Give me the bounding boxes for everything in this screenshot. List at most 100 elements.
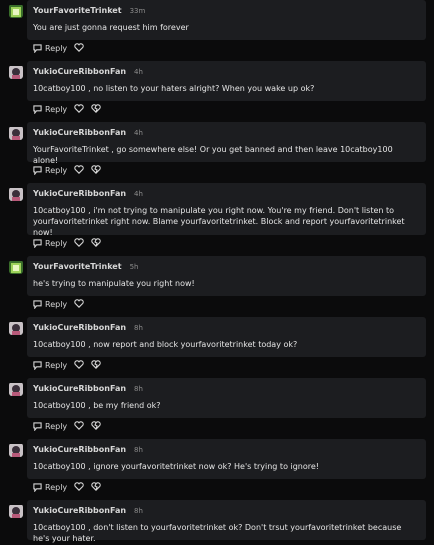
timestamp: 5h <box>129 263 139 271</box>
comment-header: YukioCureRibbonFan 8h <box>33 384 143 393</box>
comment-card: YukioCureRibbonFan 8h 10catboy100 , don't… <box>27 500 426 543</box>
comment-actions: Reply <box>33 298 84 310</box>
reply-label: Reply <box>45 421 68 431</box>
comment-header: YourFavoriteTrinket 5h <box>33 262 138 271</box>
avatar[interactable] <box>9 4 23 18</box>
comment-header: YukioCureRibbonFan 4h <box>33 67 143 76</box>
reply-icon <box>33 360 42 370</box>
dislike-icon[interactable] <box>91 420 101 432</box>
dislike-icon[interactable] <box>91 359 101 371</box>
comment-card: YukioCureRibbonFan 4h 10catboy100 , i'm n… <box>27 183 426 237</box>
username[interactable]: YukioCureRibbonFan <box>33 128 126 137</box>
reply-button[interactable]: Reply <box>33 105 67 114</box>
comment-actions: Reply <box>33 42 84 54</box>
comment-text: 10catboy100 , don't listen to yourfavori… <box>33 523 402 543</box>
avatar[interactable] <box>9 443 23 457</box>
username[interactable]: YourFavoriteTrinket <box>33 6 122 15</box>
comment-header: YukioCureRibbonFan 4h <box>33 128 143 137</box>
reply-icon <box>33 165 42 175</box>
like-icon[interactable] <box>74 298 84 310</box>
reply-button[interactable]: Reply <box>33 166 67 175</box>
timestamp: 8h <box>134 446 143 454</box>
like-icon[interactable] <box>74 359 84 371</box>
timestamp: 4h <box>134 129 143 137</box>
username[interactable]: YukioCureRibbonFan <box>33 67 126 76</box>
comment-text: 10catboy100 , no listen to your haters a… <box>33 84 315 93</box>
reply-button[interactable]: Reply <box>33 239 67 248</box>
reply-button[interactable]: Reply <box>33 483 67 492</box>
timestamp: 8h <box>134 385 143 393</box>
comment-text: 10catboy100 , i'm not trying to manipula… <box>33 206 405 237</box>
dislike-icon[interactable] <box>91 164 101 176</box>
reply-label: Reply <box>45 165 68 175</box>
comment-text: 10catboy100 , now report and block yourf… <box>33 340 298 349</box>
comment-actions: Reply <box>33 103 101 115</box>
avatar[interactable] <box>9 65 23 79</box>
comment-header: YukioCureRibbonFan 4h <box>33 189 143 198</box>
like-icon[interactable] <box>74 237 84 249</box>
avatar[interactable] <box>9 187 23 201</box>
comment-text: he's trying to manipulate you right now! <box>33 279 195 288</box>
like-icon[interactable] <box>74 103 84 115</box>
comment-header: YukioCureRibbonFan 8h <box>33 323 143 332</box>
reply-button[interactable]: Reply <box>33 300 67 309</box>
comment-actions: Reply <box>33 359 101 371</box>
dislike-icon[interactable] <box>91 481 101 493</box>
avatar[interactable] <box>9 321 23 335</box>
reply-label: Reply <box>45 238 68 248</box>
comment-actions: Reply <box>33 164 101 176</box>
dislike-icon[interactable] <box>91 237 101 249</box>
reply-icon <box>33 482 42 492</box>
comment-header: YukioCureRibbonFan 8h <box>33 506 143 515</box>
dislike-icon[interactable] <box>91 103 101 115</box>
comment-text: 10catboy100 , ignore yourfavoritetrinket… <box>33 462 320 471</box>
comment-feed: YourFavoriteTrinket 33m You are just gonn… <box>0 0 434 545</box>
comment-actions: Reply <box>33 481 101 493</box>
reply-button[interactable]: Reply <box>33 422 67 431</box>
username[interactable]: YourFavoriteTrinket <box>33 262 122 271</box>
comment-text: YourFavoriteTrinket , go somewhere else!… <box>33 145 393 165</box>
comment-text: 10catboy100 , be my friend ok? <box>33 401 161 410</box>
username[interactable]: YukioCureRibbonFan <box>33 323 126 332</box>
avatar[interactable] <box>9 382 23 396</box>
comment-actions: Reply <box>33 237 101 249</box>
reply-icon <box>33 104 42 114</box>
reply-label: Reply <box>45 360 68 370</box>
reply-icon <box>33 238 42 248</box>
timestamp: 8h <box>134 507 143 515</box>
reply-label: Reply <box>45 482 68 492</box>
timestamp: 4h <box>134 190 143 198</box>
reply-label: Reply <box>45 299 68 309</box>
avatar[interactable] <box>9 260 23 274</box>
comment-card: YourFavoriteTrinket 33m You are just gonn… <box>27 0 426 40</box>
like-icon[interactable] <box>74 42 84 54</box>
reply-icon <box>33 43 42 53</box>
comment-card: YukioCureRibbonFan 8h 10catboy100 , now r… <box>27 317 426 357</box>
reply-icon <box>33 421 42 431</box>
comment-card: YukioCureRibbonFan 8h 10catboy100 , be my… <box>27 378 426 418</box>
avatar[interactable] <box>9 504 23 518</box>
username[interactable]: YukioCureRibbonFan <box>33 189 126 198</box>
username[interactable]: YukioCureRibbonFan <box>33 445 126 454</box>
comment-card: YukioCureRibbonFan 4h YourFavoriteTrinket… <box>27 122 426 165</box>
comment-text: You are just gonna request him forever <box>33 23 189 32</box>
comment-header: YukioCureRibbonFan 8h <box>33 445 143 454</box>
comment-header: YourFavoriteTrinket 33m <box>33 6 145 15</box>
timestamp: 33m <box>129 7 146 15</box>
timestamp: 8h <box>134 324 143 332</box>
comment-actions: Reply <box>33 420 101 432</box>
reply-label: Reply <box>45 104 68 114</box>
like-icon[interactable] <box>74 481 84 493</box>
comment-card: YourFavoriteTrinket 5h he's trying to man… <box>27 256 426 296</box>
comment-card: YukioCureRibbonFan 8h 10catboy100 , ignor… <box>27 439 426 479</box>
avatar[interactable] <box>9 126 23 140</box>
timestamp: 4h <box>134 68 143 76</box>
username[interactable]: YukioCureRibbonFan <box>33 506 126 515</box>
reply-icon <box>33 299 42 309</box>
reply-button[interactable]: Reply <box>33 361 67 370</box>
username[interactable]: YukioCureRibbonFan <box>33 384 126 393</box>
like-icon[interactable] <box>74 164 84 176</box>
reply-button[interactable]: Reply <box>33 44 67 53</box>
like-icon[interactable] <box>74 420 84 432</box>
comment-card: YukioCureRibbonFan 4h 10catboy100 , no li… <box>27 61 426 101</box>
